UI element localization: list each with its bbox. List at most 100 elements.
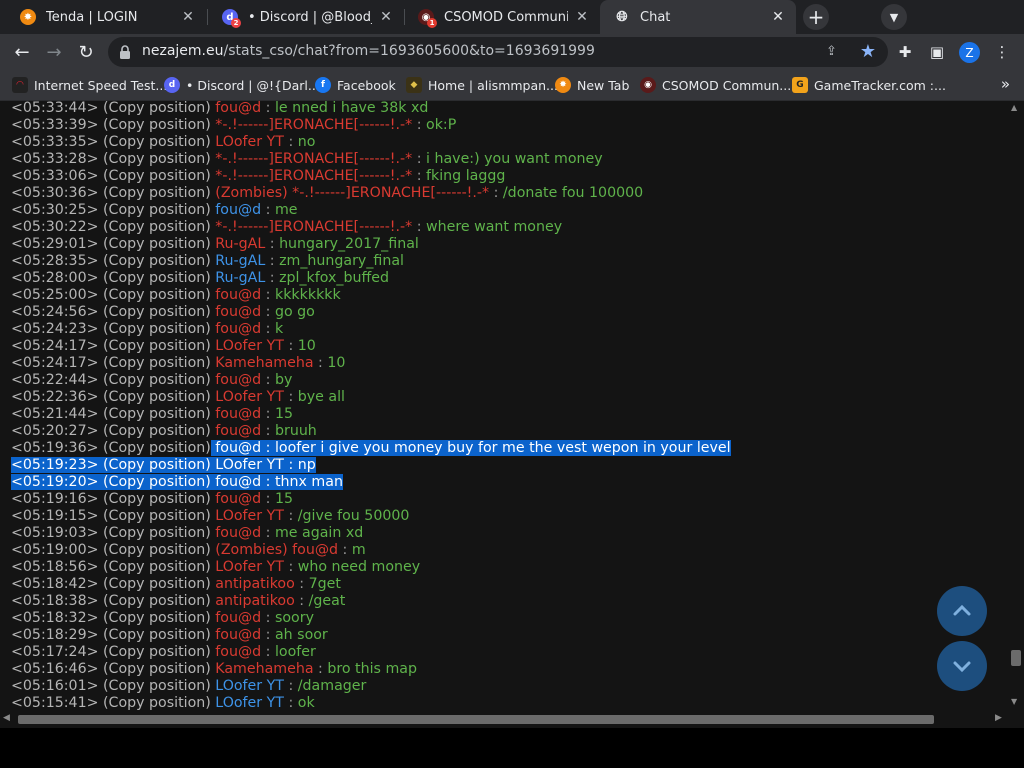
back-arrow-icon[interactable]: ←: [8, 38, 36, 66]
scroll-right-arrow-icon[interactable]: ▶: [995, 713, 1002, 723]
copy-position-link[interactable]: (Copy position): [103, 576, 211, 592]
chat-message: loofer: [274, 644, 316, 660]
chat-message: go go: [274, 304, 315, 320]
close-icon[interactable]: ✕: [574, 9, 590, 25]
tenda-favicon-icon: ✸: [20, 9, 36, 25]
profile-avatar[interactable]: Z: [959, 42, 980, 63]
tab-title: Chat: [640, 9, 671, 25]
tab-title: Tenda | LOGIN: [46, 9, 138, 25]
copy-position-link[interactable]: (Copy position): [103, 202, 211, 218]
scroll-up-arrow-icon[interactable]: ▲: [1011, 103, 1017, 112]
copy-position-link[interactable]: (Copy position): [103, 695, 211, 711]
timestamp: <05:28:35>: [11, 253, 99, 269]
copy-position-link[interactable]: (Copy position): [103, 117, 211, 133]
tab-csomod[interactable]: ◉1 CSOMOD Community ✕: [404, 0, 600, 34]
copy-position-link[interactable]: (Copy position): [103, 236, 211, 252]
copy-position-link[interactable]: (Copy position): [103, 440, 211, 456]
chevron-up-icon: [953, 604, 971, 616]
copy-position-link[interactable]: (Copy position): [103, 593, 211, 609]
close-icon[interactable]: ✕: [180, 9, 196, 25]
player-name: Ru-gAL: [215, 236, 266, 252]
copy-position-link[interactable]: (Copy position): [103, 542, 211, 558]
copy-position-link[interactable]: (Copy position): [103, 559, 211, 575]
scroll-to-bottom-button[interactable]: [937, 641, 987, 691]
chat-message: ok:P: [426, 117, 457, 133]
copy-position-link[interactable]: (Copy position): [103, 168, 211, 184]
copy-position-link[interactable]: (Copy position): [103, 270, 211, 286]
bookmark-item[interactable]: ✸ New Tab: [555, 76, 629, 94]
copy-position-link[interactable]: (Copy position): [103, 321, 211, 337]
copy-position-link[interactable]: (Copy position): [103, 525, 211, 541]
copy-position-link[interactable]: (Copy position): [103, 185, 211, 201]
bookmark-item[interactable]: d • Discord | @!{Darl...: [164, 76, 320, 94]
bookmark-star-icon[interactable]: ★: [860, 41, 876, 62]
chat-message: zpl_kfox_buffed: [279, 270, 390, 286]
copy-position-link[interactable]: (Copy position): [103, 678, 211, 694]
tab-tenda[interactable]: ✸ Tenda | LOGIN ✕: [6, 0, 206, 34]
chat-row: <05:19:20> (Copy position) fou@d : thnx …: [11, 474, 731, 491]
copy-position-link[interactable]: (Copy position): [103, 304, 211, 320]
url-text: nezajem.eu/stats_cso/chat?from=169360560…: [142, 43, 595, 59]
copy-position-link[interactable]: (Copy position): [103, 338, 211, 354]
copy-position-link[interactable]: (Copy position): [103, 151, 211, 167]
copy-position-link[interactable]: (Copy position): [103, 491, 211, 507]
copy-position-link[interactable]: (Copy position): [103, 508, 211, 524]
name-separator: :: [261, 202, 275, 218]
lock-icon[interactable]: [118, 44, 132, 60]
tab-search-button[interactable]: ▼: [881, 4, 907, 30]
tab-discord[interactable]: d2 • Discord | @Blood_Band ✕: [208, 0, 404, 34]
bookmark-item[interactable]: ◉ CSOMOD Commun...: [640, 76, 791, 94]
timestamp: <05:30:25>: [11, 202, 99, 218]
share-icon[interactable]: ⇪: [826, 44, 842, 60]
copy-position-link[interactable]: (Copy position): [103, 355, 211, 371]
bookmark-item[interactable]: ◠ Internet Speed Test...: [12, 76, 167, 94]
copy-position-link[interactable]: (Copy position): [103, 661, 211, 677]
horizontal-scrollbar[interactable]: ◀ ▶: [0, 711, 1007, 728]
name-separator: :: [261, 321, 275, 337]
chat-row: <05:18:29> (Copy position) fou@d : ah so…: [11, 627, 731, 644]
copy-position-link[interactable]: (Copy position): [103, 101, 211, 116]
close-icon[interactable]: ✕: [770, 9, 786, 25]
copy-position-link[interactable]: (Copy position): [103, 610, 211, 626]
bookmark-item[interactable]: f Facebook: [315, 76, 396, 94]
close-icon[interactable]: ✕: [378, 9, 394, 25]
copy-position-link[interactable]: (Copy position): [103, 389, 211, 405]
name-separator: :: [261, 627, 275, 643]
new-tab-button[interactable]: +: [803, 4, 829, 30]
timestamp: <05:29:01>: [11, 236, 99, 252]
scroll-left-arrow-icon[interactable]: ◀: [3, 713, 10, 723]
vertical-scrollbar[interactable]: ▲ ▼: [1007, 101, 1024, 711]
extensions-puzzle-icon[interactable]: ✚: [893, 40, 917, 64]
forward-arrow-icon[interactable]: →: [40, 38, 68, 66]
copy-position-link[interactable]: (Copy position): [103, 406, 211, 422]
chat-log-viewport[interactable]: <05:33:44> (Copy position) fou@d : le nn…: [0, 101, 1007, 711]
chat-row: <05:30:36> (Copy position) (Zombies) *-.…: [11, 185, 731, 202]
copy-position-link[interactable]: (Copy position): [103, 219, 211, 235]
menu-kebab-icon[interactable]: ⋮: [990, 40, 1014, 64]
bookmarks-overflow-icon[interactable]: »: [1001, 75, 1010, 93]
copy-position-link[interactable]: (Copy position): [103, 644, 211, 660]
copy-position-link[interactable]: (Copy position): [103, 457, 211, 473]
copy-position-link[interactable]: (Copy position): [103, 134, 211, 150]
player-name: LOofer YT: [215, 338, 284, 354]
chat-message: zm_hungary_final: [279, 253, 404, 269]
address-bar[interactable]: nezajem.eu/stats_cso/chat?from=169360560…: [108, 37, 888, 67]
scroll-down-arrow-icon[interactable]: ▼: [1011, 697, 1017, 706]
copy-position-link[interactable]: (Copy position): [103, 287, 211, 303]
site-emblem-icon: ◆: [406, 77, 422, 93]
copy-position-link[interactable]: (Copy position): [103, 627, 211, 643]
bookmark-item[interactable]: G GameTracker.com :...: [792, 76, 946, 94]
scrollbar-thumb[interactable]: [18, 715, 934, 724]
copy-position-link[interactable]: (Copy position): [103, 372, 211, 388]
copy-position-link[interactable]: (Copy position): [103, 253, 211, 269]
tab-chat[interactable]: 🌐︎ Chat ✕: [600, 0, 796, 34]
copy-position-link[interactable]: (Copy position): [103, 423, 211, 439]
scrollbar-thumb[interactable]: [1011, 650, 1021, 666]
scroll-to-top-button[interactable]: [937, 586, 987, 636]
chat-log: <05:33:44> (Copy position) fou@d : le nn…: [11, 101, 731, 711]
side-panel-icon[interactable]: ▣: [925, 40, 949, 64]
reload-icon[interactable]: ↻: [72, 38, 100, 66]
copy-position-link[interactable]: (Copy position): [103, 474, 211, 490]
bookmark-item[interactable]: ◆ Home | alismmpan...: [406, 76, 558, 94]
timestamp: <05:17:24>: [11, 644, 99, 660]
